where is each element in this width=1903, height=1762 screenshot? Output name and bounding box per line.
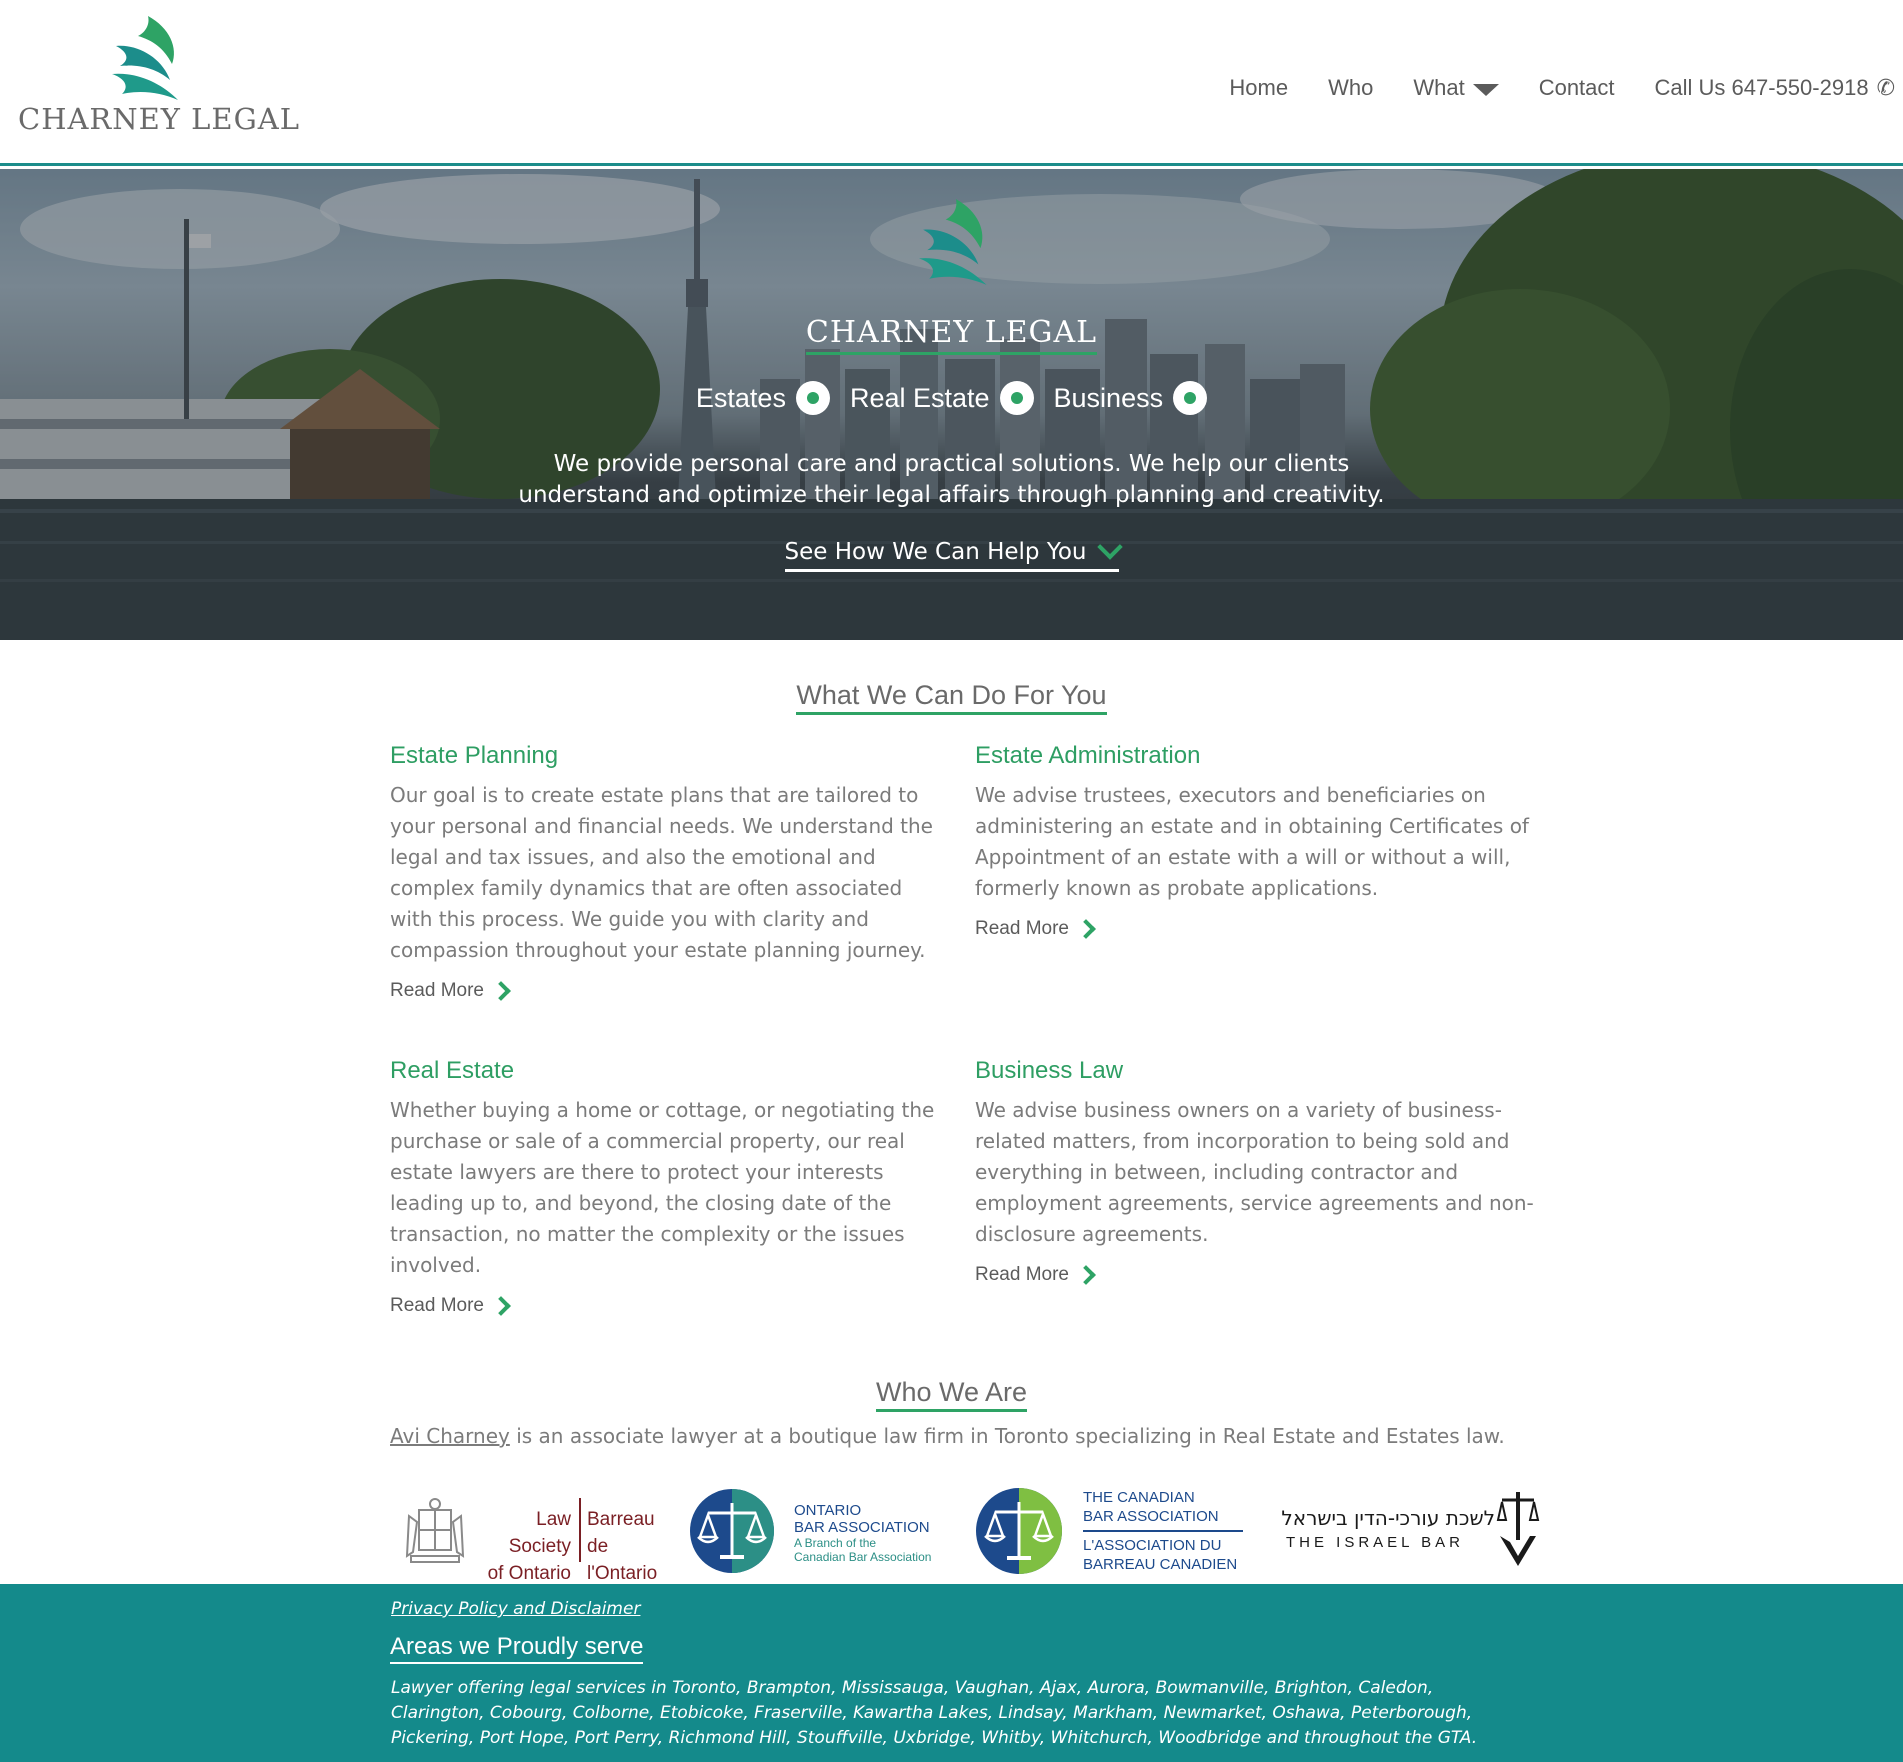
who-description: Avi Charney is an associate lawyer at a … [390, 1424, 1505, 1448]
service-heading: Real Estate [390, 1057, 515, 1084]
service-body: Our goal is to create estate plans that … [390, 783, 933, 962]
who-heading: Who We Are [0, 1377, 1903, 1412]
lso-label-fr: Barreau [587, 1509, 655, 1530]
site-footer: Privacy Policy and Disclaimer Areas we P… [0, 1584, 1903, 1762]
privacy-policy-link[interactable]: Privacy Policy and Disclaimer [391, 1599, 640, 1619]
scales-of-justice-icon [1496, 1492, 1540, 1566]
cba-label-fr: L'ASSOCIATION DU [1083, 1537, 1222, 1554]
law-society-ontario-logo[interactable]: Law Society of Ontario Barreau de l'Onta… [405, 1484, 675, 1584]
read-more-link[interactable]: Read More [975, 1264, 1096, 1286]
service-heading: Estate Planning [390, 742, 559, 769]
israel-bar-label: THE ISRAEL BAR [1286, 1534, 1464, 1551]
hero-title-text: CHARNEY LEGAL [805, 315, 1098, 355]
hero-cta: See How We Can Help You [0, 534, 1903, 572]
service-body: Whether buying a home or cottage, or neg… [390, 1098, 935, 1277]
nav-contact-label: Contact [1538, 75, 1615, 100]
hero-service-real-estate[interactable]: Real Estate [850, 381, 1034, 415]
read-more-label: Read More [975, 1264, 1069, 1285]
oba-label: BAR ASSOCIATION [794, 1519, 930, 1536]
service-business-law: Business Law We advise business owners o… [975, 1057, 1535, 1286]
israel-bar-hebrew-label: לשכת עורכי-הדין בישראל [1281, 1506, 1495, 1530]
nav-home[interactable]: Home [1229, 75, 1288, 101]
read-more-link[interactable]: Read More [975, 918, 1096, 940]
hero-service-business[interactable]: Business [1054, 381, 1208, 415]
oba-label: ONTARIO [794, 1502, 862, 1519]
lso-label-en: of Ontario [487, 1563, 571, 1584]
scales-of-justice-icon [976, 1488, 1062, 1574]
service-heading: Estate Administration [975, 742, 1201, 769]
hero-leaf-logo-icon [919, 199, 987, 285]
ontario-bar-association-logo[interactable]: ONTARIO BAR ASSOCIATION A Branch of the … [688, 1484, 950, 1578]
read-more-label: Read More [390, 980, 484, 1001]
service-real-estate: Real Estate Whether buying a home or cot… [390, 1057, 950, 1317]
dot-icon [1173, 381, 1208, 415]
who-heading-text: Who We Are [875, 1377, 1028, 1412]
service-estate-planning: Estate Planning Our goal is to create es… [390, 742, 950, 1002]
nav-contact[interactable]: Contact [1539, 75, 1615, 101]
chevron-right-icon [491, 1296, 511, 1316]
avi-charney-link[interactable]: Avi Charney [390, 1424, 510, 1448]
hero-tagline-line: We provide personal care and practical s… [553, 451, 1350, 477]
hero-service-label: Business [1053, 382, 1164, 413]
phone-icon: ✆ [1876, 75, 1895, 100]
oba-sublabel: A Branch of the [794, 1536, 877, 1550]
dot-icon [795, 381, 830, 415]
nav-phone-label: Call Us 647-550-2918 [1654, 75, 1869, 100]
coat-of-arms-icon [405, 1498, 465, 1563]
logo-wordmark: CHARNEY LEGAL [18, 102, 300, 136]
hero-service-estates[interactable]: Estates [696, 381, 830, 415]
lso-label-fr: de l'Ontario [587, 1536, 658, 1584]
service-body: We advise trustees, executors and benefi… [975, 783, 1529, 900]
see-how-we-can-help-link[interactable]: See How We Can Help You [784, 534, 1123, 572]
hero-cta-label: See How We Can Help You [784, 539, 1087, 565]
leaf-logo-icon [112, 16, 178, 100]
hero-service-label: Estates [695, 382, 786, 413]
logo[interactable]: CHARNEY LEGAL [18, 14, 299, 136]
services-heading-text: What We Can Do For You [796, 680, 1107, 715]
who-description-text: is an associate lawyer at a boutique law… [509, 1424, 1505, 1448]
read-more-label: Read More [390, 1295, 484, 1316]
canadian-bar-association-logo[interactable]: THE CANADIAN BAR ASSOCIATION L'ASSOCIATI… [975, 1484, 1245, 1578]
nav-call-us[interactable]: Call Us 647-550-2918 ✆ [1655, 75, 1895, 101]
hero-service-label: Real Estate [849, 382, 990, 413]
site-header: CHARNEY LEGAL Home Who What Contact Call… [0, 0, 1903, 166]
chevron-right-icon [1076, 919, 1096, 939]
read-more-label: Read More [975, 918, 1069, 939]
nav-who-label: Who [1328, 75, 1374, 100]
hero-title: CHARNEY LEGAL [0, 315, 1903, 355]
israel-bar-logo[interactable]: לשכת עורכי-הדין בישראל THE ISRAEL BAR [1270, 1484, 1540, 1578]
dot-icon [999, 381, 1034, 415]
service-body: We advise business owners on a variety o… [975, 1098, 1534, 1246]
scales-of-justice-icon [690, 1489, 774, 1573]
chevron-right-icon [491, 981, 511, 1001]
services-heading: What We Can Do For You [0, 680, 1903, 715]
nav-what-label: What [1413, 75, 1465, 100]
lso-label-en: Law Society [508, 1509, 571, 1557]
service-heading: Business Law [975, 1057, 1124, 1084]
cba-label-fr: BARREAU CANADIEN [1083, 1556, 1238, 1573]
areas-heading: Areas we Proudly serve [390, 1633, 644, 1664]
main-nav: Home Who What Contact Call Us 647-550-29… [1189, 70, 1903, 106]
read-more-link[interactable]: Read More [390, 1295, 511, 1317]
cba-label: BAR ASSOCIATION [1083, 1508, 1219, 1525]
hero-tagline-line: understand and optimize their legal affa… [518, 482, 1385, 508]
chevron-down-icon [1096, 534, 1123, 560]
nav-home-label: Home [1229, 75, 1289, 100]
chevron-right-icon [1076, 1265, 1096, 1285]
nav-what[interactable]: What [1413, 75, 1499, 101]
nav-who[interactable]: Who [1328, 75, 1373, 101]
areas-served-text: Lawyer offering legal services in Toront… [391, 1678, 1478, 1748]
hero-service-links: Estates Real Estate Business [0, 381, 1903, 415]
hero-banner: CHARNEY LEGAL Estates Real Estate Busine… [0, 169, 1903, 640]
hero-tagline: We provide personal care and practical s… [0, 449, 1903, 511]
oba-sublabel: Canadian Bar Association [794, 1550, 932, 1564]
service-estate-administration: Estate Administration We advise trustees… [975, 742, 1535, 940]
caret-down-icon [1472, 83, 1499, 96]
cba-label: THE CANADIAN [1083, 1489, 1195, 1506]
read-more-link[interactable]: Read More [390, 980, 511, 1002]
